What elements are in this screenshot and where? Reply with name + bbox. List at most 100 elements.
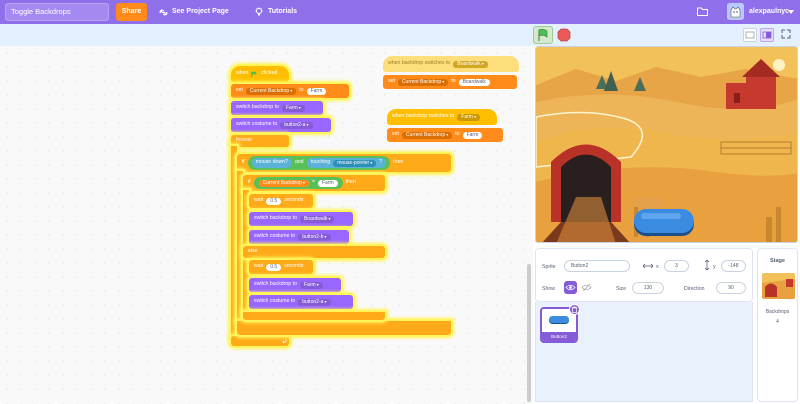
- clicked-label: clicked: [261, 70, 278, 77]
- large-stage-button[interactable]: [760, 28, 774, 42]
- x-input[interactable]: 3: [664, 260, 689, 272]
- show-hidden-toggle[interactable]: [580, 281, 593, 294]
- set-label-b: set: [388, 78, 395, 85]
- button2-sprite[interactable]: [633, 208, 696, 238]
- stage-thumbnail[interactable]: [762, 273, 795, 299]
- direction-input[interactable]: 90: [716, 282, 746, 294]
- farm-thumbnail-image: [762, 273, 795, 299]
- value-input-f[interactable]: Farm: [462, 131, 483, 139]
- backdrop-dropdown-3[interactable]: Farm: [299, 281, 323, 289]
- direction-label: Direction: [684, 286, 705, 292]
- set-label: set: [236, 87, 243, 94]
- to-label-f: to: [455, 131, 460, 138]
- seconds-label-2: seconds: [284, 263, 304, 270]
- tutorials-link[interactable]: Tutorials: [254, 5, 297, 19]
- forever-end: [231, 336, 289, 346]
- wait-input-1[interactable]: 0.5: [266, 197, 282, 205]
- sprite-label: Sprite: [542, 264, 556, 270]
- button2-thumbnail: [549, 316, 569, 324]
- show-visible-toggle[interactable]: [564, 281, 577, 294]
- then-label-inner: then: [345, 179, 356, 186]
- switch-backdrop-block[interactable]: switch backdrop to Farm: [231, 101, 323, 115]
- switch-costume-block-3[interactable]: switch costume to button2-a: [249, 295, 353, 309]
- else-label: else: [248, 248, 258, 255]
- delete-sprite-button[interactable]: [569, 304, 580, 315]
- lightbulb-icon: [255, 7, 263, 16]
- fullscreen-button[interactable]: [780, 28, 794, 42]
- switch-backdrop-label-2: switch backdrop to: [254, 215, 297, 222]
- wait-label-2: wait: [254, 263, 264, 270]
- equals-block[interactable]: Current Backdrop = Farm: [253, 177, 343, 189]
- stage-pane-title: Stage: [770, 258, 785, 264]
- switch-costume-label-2: switch costume to: [254, 233, 296, 240]
- when-label: when: [236, 70, 249, 77]
- switch-costume-label: switch costume to: [236, 121, 278, 128]
- switch-backdrop-block-2[interactable]: switch backdrop to Boardwalk: [249, 212, 353, 226]
- stage-target-pane[interactable]: Stage Backdrops 4: [757, 248, 798, 402]
- project-title-input[interactable]: Toggle Backdrops: [5, 3, 109, 21]
- backdrops-count: 4: [776, 319, 779, 325]
- set-variable-block[interactable]: set Current Backdrop to Farm: [231, 84, 349, 98]
- value-input-b[interactable]: Boardwalk: [458, 78, 490, 86]
- backdrop-hat-dropdown-2[interactable]: Farm: [457, 113, 481, 121]
- code-scrollbar[interactable]: [527, 264, 531, 402]
- variable-dropdown[interactable]: Current Backdrop: [245, 87, 297, 95]
- if-outer-block[interactable]: if mouse down? and touching mouse-pointe…: [237, 154, 451, 172]
- when-backdrop-label-2: when backdrop switches to: [392, 113, 455, 120]
- tutorials-label: Tutorials: [268, 8, 298, 15]
- current-backdrop-reporter[interactable]: Current Backdrop: [258, 179, 309, 187]
- size-input[interactable]: 130: [632, 282, 664, 294]
- switch-costume-block-2[interactable]: switch costume to button2-b: [249, 230, 349, 244]
- see-project-page-link[interactable]: See Project Page: [159, 5, 229, 19]
- variable-dropdown-b[interactable]: Current Backdrop: [397, 78, 449, 86]
- value-input[interactable]: Farm: [306, 87, 327, 95]
- when-backdrop-switches-boardwalk-block[interactable]: when backdrop switches to Boardwalk: [383, 56, 519, 72]
- forever-block[interactable]: forever: [231, 135, 289, 147]
- code-area[interactable]: when clicked set Current Backdrop to Far…: [0, 46, 533, 404]
- if-else-end: [243, 312, 385, 320]
- user-menu-caret-icon[interactable]: [788, 10, 794, 14]
- stop-sign-icon[interactable]: [556, 27, 572, 43]
- loop-arrow-icon: [282, 339, 287, 344]
- touching-block[interactable]: touching mouse-pointer ?: [306, 158, 387, 168]
- if-else-block[interactable]: if Current Backdrop = Farm then: [243, 175, 385, 191]
- username[interactable]: alexpaulnyc: [749, 5, 789, 19]
- sprite-tile-name: Button2: [542, 332, 576, 341]
- stage[interactable]: [535, 46, 798, 243]
- wait-block-1[interactable]: wait 0.5 seconds: [249, 194, 313, 208]
- folder-icon[interactable]: [697, 7, 708, 16]
- backdrop-dropdown-2[interactable]: Boardwalk: [299, 215, 335, 223]
- switch-costume-block[interactable]: switch costume to button2-a: [231, 118, 331, 132]
- share-button[interactable]: Share: [116, 3, 147, 21]
- backdrop-hat-dropdown-1[interactable]: Boardwalk: [453, 60, 488, 68]
- when-flag-clicked-block[interactable]: when clicked: [231, 66, 289, 82]
- small-stage-button[interactable]: [743, 28, 757, 42]
- user-avatar[interactable]: [727, 3, 744, 20]
- else-block[interactable]: else: [243, 246, 385, 258]
- eye-slash-icon: [581, 283, 592, 292]
- costume-dropdown-3[interactable]: button2-a: [298, 298, 331, 306]
- when-backdrop-switches-farm-block[interactable]: when backdrop switches to Farm: [387, 109, 497, 125]
- then-label: then: [393, 159, 404, 166]
- variable-dropdown-f[interactable]: Current Backdrop: [401, 131, 453, 139]
- switch-backdrop-block-3[interactable]: switch backdrop to Farm: [249, 278, 341, 292]
- y-arrows-icon: [704, 260, 710, 270]
- large-stage-icon: [762, 31, 772, 39]
- seconds-label-1: seconds: [284, 197, 304, 204]
- set-variable-farm-block[interactable]: set Current Backdrop to Farm: [387, 128, 503, 142]
- costume-dropdown[interactable]: button2-a: [280, 121, 313, 129]
- y-input[interactable]: -148: [721, 260, 746, 272]
- and-block[interactable]: mouse down? and touching mouse-pointer ?: [247, 156, 391, 170]
- green-flag-button[interactable]: [533, 26, 553, 44]
- sprite-name-input[interactable]: Button2: [564, 260, 630, 272]
- touching-dropdown[interactable]: mouse-pointer: [333, 159, 377, 167]
- stage-controls-bar: [0, 24, 800, 46]
- wait-input-2[interactable]: 0.5: [266, 263, 282, 271]
- wait-block-2[interactable]: wait 0.5 seconds: [249, 260, 313, 274]
- costume-dropdown-2[interactable]: button2-b: [298, 233, 331, 241]
- equals-label: =: [311, 179, 315, 186]
- set-variable-boardwalk-block[interactable]: set Current Backdrop to Boardwalk: [383, 75, 517, 89]
- mouse-down-block[interactable]: mouse down?: [251, 158, 292, 168]
- equals-value-input[interactable]: Farm: [317, 179, 338, 187]
- backdrop-dropdown[interactable]: Farm: [281, 104, 305, 112]
